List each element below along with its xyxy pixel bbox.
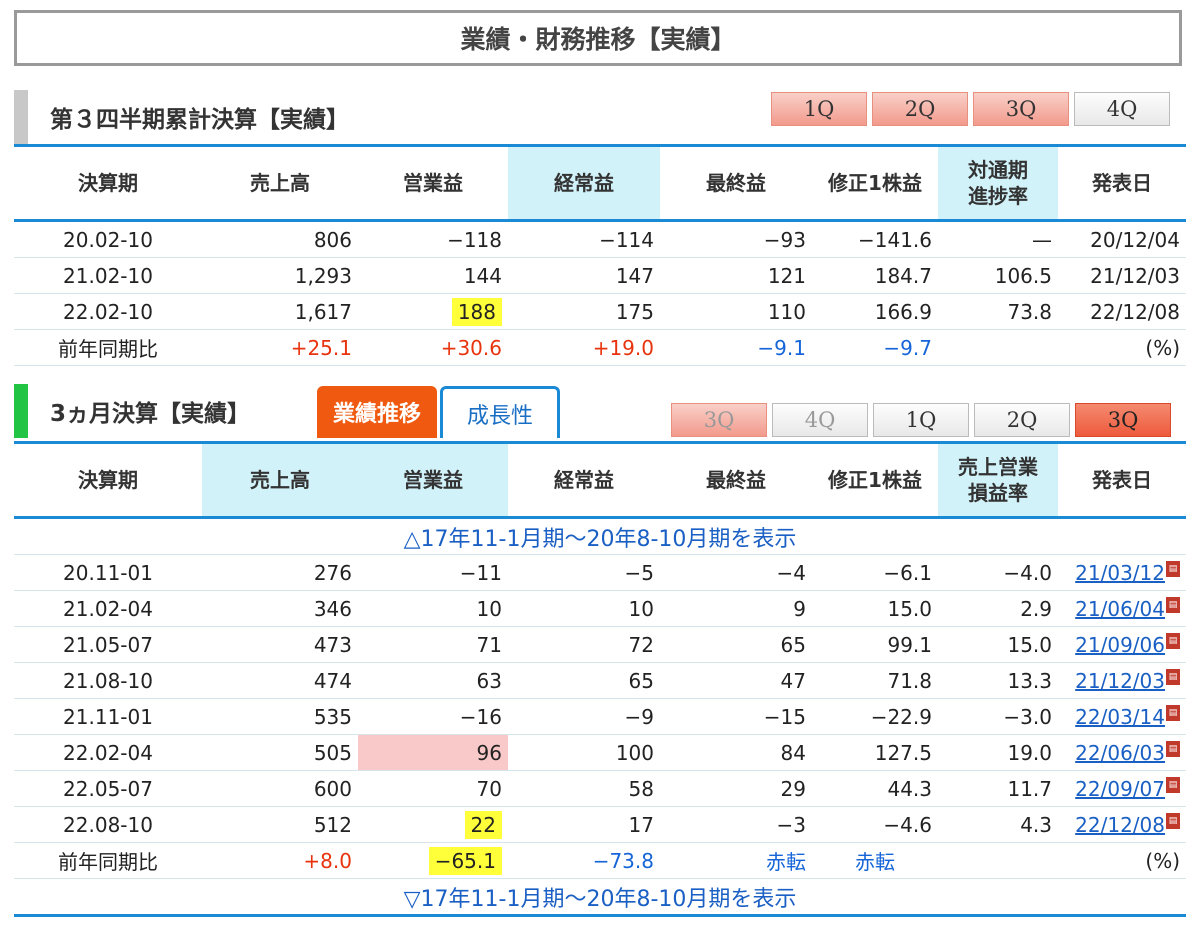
tab-4q[interactable]: 4Q bbox=[1074, 92, 1170, 126]
section2-quarter-tabs: 3Q 4Q 1Q 2Q 3Q bbox=[671, 403, 1176, 437]
date-link[interactable]: 22/09/07 bbox=[1075, 777, 1165, 801]
tab-2q[interactable]: 2Q bbox=[872, 92, 968, 126]
table-row: 21.02-04 346 10 10 9 15.0 2.9 21/06/04 ▤ bbox=[14, 590, 1186, 627]
tab-1q[interactable]: 1Q bbox=[771, 92, 867, 126]
col-margin: 売上営業 損益率 bbox=[938, 441, 1058, 518]
section2-title: 3ヵ月決算【実績】 bbox=[50, 401, 251, 427]
pdf-icon[interactable]: ▤ bbox=[1166, 560, 1180, 577]
pdf-icon[interactable]: ▤ bbox=[1166, 596, 1180, 613]
tab-growth[interactable]: 成長性 bbox=[440, 386, 560, 438]
col-net: 最終益 bbox=[660, 441, 812, 518]
col-period: 決算期 bbox=[14, 144, 202, 222]
yoy-row: 前年同期比 +8.0 −65.1 −73.8 赤転 赤転 (%) bbox=[14, 842, 1186, 879]
pdf-icon[interactable]: ▤ bbox=[1166, 812, 1180, 829]
date-link[interactable]: 22/06/03 bbox=[1075, 741, 1165, 765]
date-link[interactable]: 21/09/06 bbox=[1075, 633, 1165, 657]
col-sales: 売上高 bbox=[202, 144, 358, 222]
col-eps: 修正1株益 bbox=[812, 144, 938, 222]
yoy-row: 前年同期比 +25.1 +30.6 +19.0 −9.1 −9.7 (%) bbox=[14, 329, 1186, 366]
table-row: 21.05-07 473 71 72 65 99.1 15.0 21/09/06 ▤ bbox=[14, 626, 1186, 663]
pdf-icon[interactable]: ▤ bbox=[1166, 740, 1180, 757]
table-row: 20.02-10 806 −118 −114 −93 −141.6—20/12/04 bbox=[14, 220, 1186, 258]
highlight-yoy-operating: −65.1 bbox=[428, 846, 502, 875]
col-operating: 営業益 bbox=[358, 441, 508, 518]
tab-2q[interactable]: 2Q bbox=[974, 403, 1070, 437]
table-row: 21.08-10 474 63 65 47 71.8 13.3 21/12/03 ▤ bbox=[14, 662, 1186, 699]
table-row: 21.11-01 535 −16 −9 −15 −22.9 −3.0 22/03/14 ▤ bbox=[14, 698, 1186, 735]
section2-table: 決算期 売上高 営業益 経常益 最終益 修正1株益 売上営業 損益率 発表日 △1… bbox=[14, 441, 1186, 917]
tab-4q[interactable]: 4Q bbox=[772, 403, 868, 437]
highlight-operating: 188 bbox=[451, 297, 502, 326]
date-link[interactable]: 21/06/04 bbox=[1075, 597, 1165, 621]
section1-header: 第３四半期累計決算【実績】 bbox=[14, 90, 349, 144]
section1-title: 第３四半期累計決算【実績】 bbox=[50, 107, 349, 133]
section2-marker bbox=[14, 384, 28, 438]
table-row: 20.11-01 276 −11 −5 −4 −6.1 −4.0 21/03/12 ▤ bbox=[14, 554, 1186, 591]
section1-table: 決算期 売上高 営業益 経常益 最終益 修正1株益 対通期 進捗率 発表日 20.… bbox=[14, 144, 1186, 366]
tab-3q-current[interactable]: 3Q bbox=[1075, 403, 1171, 437]
col-eps: 修正1株益 bbox=[812, 441, 938, 518]
tab-1q[interactable]: 1Q bbox=[873, 403, 969, 437]
pdf-icon[interactable]: ▤ bbox=[1166, 704, 1180, 721]
date-link[interactable]: 22/03/14 bbox=[1075, 705, 1165, 729]
pdf-icon[interactable]: ▤ bbox=[1166, 776, 1180, 793]
table-row: 21.02-10 1,293 144 147 121 184.7 106.5 21/12/03 bbox=[14, 257, 1186, 294]
col-date: 発表日 bbox=[1058, 441, 1186, 518]
expand-top-link[interactable]: △17年11-1月期～20年8-10月期を表示 bbox=[14, 516, 1186, 555]
col-date: 発表日 bbox=[1058, 144, 1186, 222]
col-ordinary: 経常益 bbox=[508, 144, 660, 222]
col-operating: 営業益 bbox=[358, 144, 508, 222]
highlight-operating-pink: 96 bbox=[358, 734, 508, 771]
col-ordinary: 経常益 bbox=[508, 441, 660, 518]
tab-performance[interactable]: 業績推移 bbox=[317, 386, 437, 438]
col-sales: 売上高 bbox=[202, 441, 358, 518]
pdf-icon[interactable]: ▤ bbox=[1166, 632, 1180, 649]
expand-bottom-link[interactable]: ▽17年11-1月期～20年8-10月期を表示 bbox=[14, 878, 1186, 917]
section1-quarter-tabs: 1Q 2Q 3Q 4Q bbox=[771, 92, 1175, 126]
pdf-icon[interactable]: ▤ bbox=[1166, 668, 1180, 685]
date-link[interactable]: 21/12/03 bbox=[1075, 669, 1165, 693]
col-progress: 対通期 進捗率 bbox=[938, 144, 1058, 222]
table-row: 22.05-07 600 70 58 29 44.3 11.7 22/09/07 ▤ bbox=[14, 770, 1186, 807]
page-title: 業績・財務推移【実績】 bbox=[14, 10, 1182, 66]
table-row: 22.02-10 1,617 188 175 110 166.9 73.8 22/12/08 bbox=[14, 293, 1186, 330]
highlight-operating: 22 bbox=[464, 810, 502, 839]
table-row: 22.02-04 505 96 100 84 127.5 19.0 22/06/03 ▤ bbox=[14, 734, 1186, 771]
col-period: 決算期 bbox=[14, 441, 202, 518]
table-row: 22.08-10 512 22 17 −3 −4.6 4.3 22/12/08 ▤ bbox=[14, 806, 1186, 843]
date-link[interactable]: 22/12/08 bbox=[1075, 813, 1165, 837]
expand-bottom-row: ▽17年11-1月期～20年8-10月期を表示 bbox=[14, 878, 1186, 917]
date-link[interactable]: 21/03/12 bbox=[1075, 561, 1165, 585]
section2-header: 3ヵ月決算【実績】 bbox=[14, 384, 250, 438]
section1-marker bbox=[14, 90, 28, 144]
tab-3q[interactable]: 3Q bbox=[973, 92, 1069, 126]
col-net: 最終益 bbox=[660, 144, 812, 222]
tab-3q-prev[interactable]: 3Q bbox=[671, 403, 767, 437]
expand-top-row: △17年11-1月期～20年8-10月期を表示 bbox=[14, 516, 1186, 555]
